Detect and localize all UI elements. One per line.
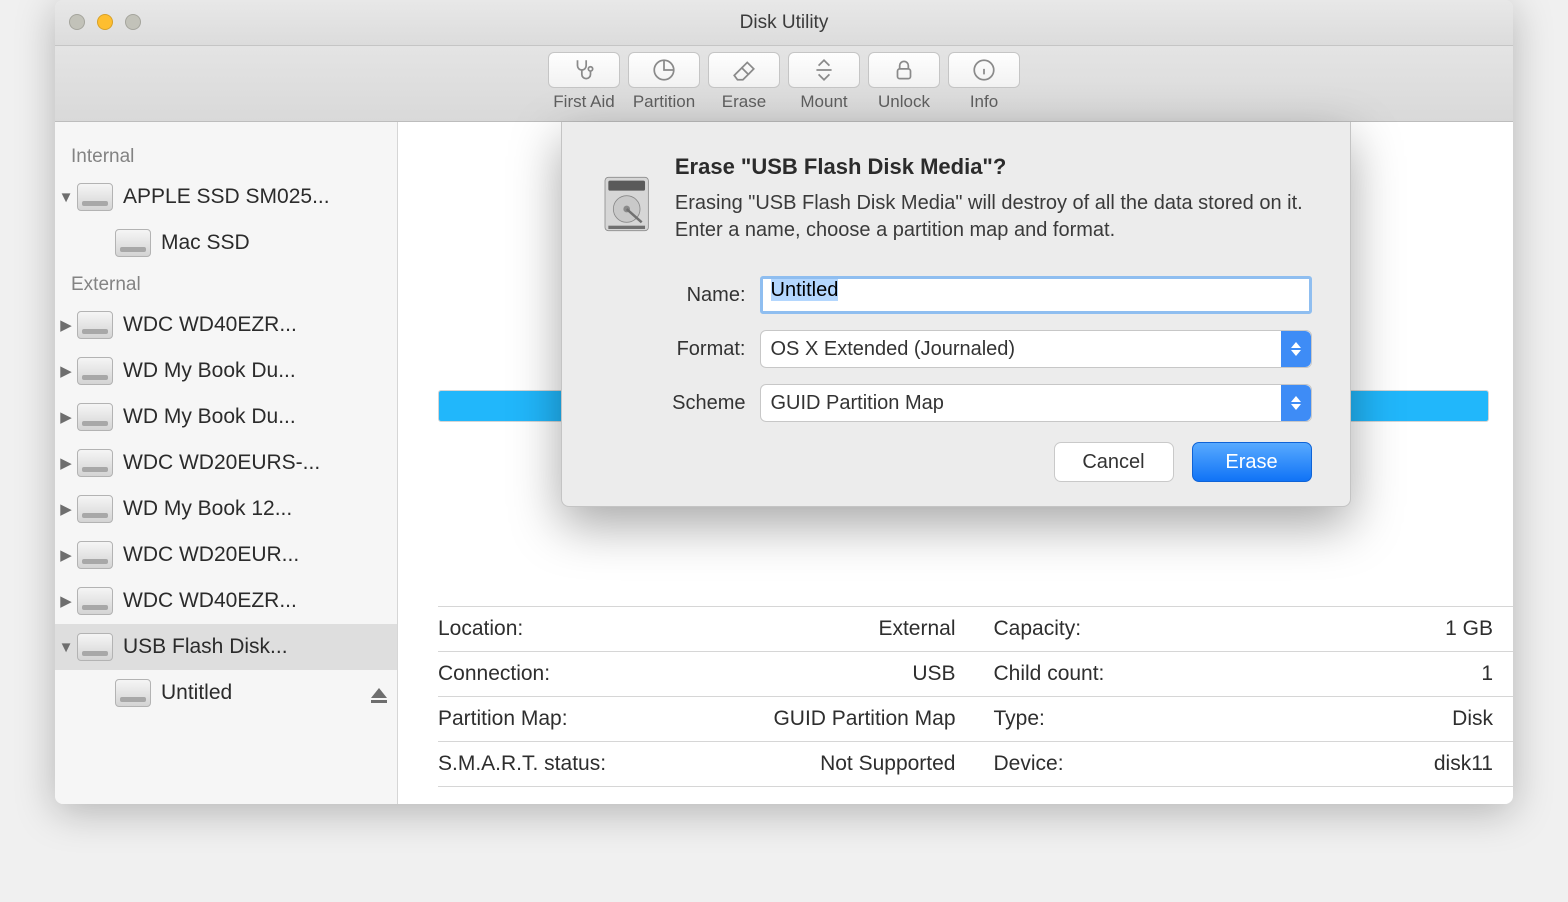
disclosure-triangle-icon[interactable]: ▶ bbox=[55, 546, 77, 564]
format-select[interactable]: OS X Extended (Journaled) bbox=[760, 330, 1312, 368]
info-left-column: Location:External Connection:USB Partiti… bbox=[438, 606, 976, 787]
info-row: Capacity:1 GB bbox=[976, 607, 1514, 652]
close-window-button[interactable] bbox=[69, 14, 85, 30]
minimize-window-button[interactable] bbox=[97, 14, 113, 30]
info-row: Child count:1 bbox=[976, 652, 1514, 697]
info-row: Partition Map:GUID Partition Map bbox=[438, 697, 976, 742]
cancel-button[interactable]: Cancel bbox=[1054, 442, 1174, 482]
sidebar-item-usb-flash-disk[interactable]: ▼ USB Flash Disk... bbox=[55, 624, 397, 670]
name-label: Name: bbox=[600, 284, 760, 307]
tree-item-label: WD My Book 12... bbox=[123, 497, 292, 521]
disk-icon bbox=[115, 679, 151, 707]
info-grid: Location:External Connection:USB Partiti… bbox=[438, 606, 1513, 787]
info-row: Type:Disk bbox=[976, 697, 1514, 742]
tree-item-label: Mac SSD bbox=[161, 231, 250, 255]
eraser-icon bbox=[708, 52, 780, 88]
tree-item-label: WDC WD20EUR... bbox=[123, 543, 299, 567]
erase-button[interactable]: Erase bbox=[708, 52, 780, 112]
eject-icon[interactable] bbox=[371, 688, 387, 698]
info-icon bbox=[948, 52, 1020, 88]
format-label: Format: bbox=[600, 338, 760, 361]
tree-item-label: USB Flash Disk... bbox=[123, 635, 288, 659]
sidebar-item-external-disk[interactable]: ▶ WDC WD20EURS-... bbox=[55, 440, 397, 486]
tree-item-label: Untitled bbox=[161, 681, 232, 705]
sheet-title: Erase "USB Flash Disk Media"? bbox=[675, 154, 1312, 180]
disk-icon bbox=[77, 495, 113, 523]
pie-icon bbox=[628, 52, 700, 88]
sheet-description: Erasing "USB Flash Disk Media" will dest… bbox=[675, 190, 1312, 244]
sidebar-section-internal: Internal bbox=[55, 138, 397, 174]
tree-item-label: WD My Book Du... bbox=[123, 405, 296, 429]
disk-icon bbox=[77, 587, 113, 615]
disclosure-triangle-icon[interactable]: ▶ bbox=[55, 316, 77, 334]
sidebar-item-external-disk[interactable]: ▶ WD My Book 12... bbox=[55, 486, 397, 532]
tree-item-label: WDC WD40EZR... bbox=[123, 589, 297, 613]
disclosure-triangle-icon[interactable]: ▶ bbox=[55, 592, 77, 610]
tree-item-label: WDC WD20EURS-... bbox=[123, 451, 320, 475]
info-row: S.M.A.R.T. status:Not Supported bbox=[438, 742, 976, 787]
sidebar-item-external-disk[interactable]: ▶ WDC WD20EUR... bbox=[55, 532, 397, 578]
disk-icon bbox=[77, 449, 113, 477]
sidebar-item-external-disk[interactable]: ▶ WD My Book Du... bbox=[55, 348, 397, 394]
sidebar-item-volume[interactable]: Untitled bbox=[55, 670, 397, 716]
info-row: Device:disk11 bbox=[976, 742, 1514, 787]
app-window: Disk Utility First Aid Partition Erase M… bbox=[55, 0, 1513, 804]
mount-button[interactable]: Mount bbox=[788, 52, 860, 112]
titlebar: Disk Utility bbox=[55, 0, 1513, 46]
mount-icon bbox=[788, 52, 860, 88]
disclosure-triangle-icon[interactable]: ▼ bbox=[55, 639, 77, 656]
disk-icon bbox=[77, 541, 113, 569]
unlock-button[interactable]: Unlock bbox=[868, 52, 940, 112]
disk-icon bbox=[77, 183, 113, 211]
hard-drive-icon bbox=[600, 154, 653, 254]
sidebar-section-external: External bbox=[55, 266, 397, 302]
disclosure-triangle-icon[interactable]: ▶ bbox=[55, 454, 77, 472]
disclosure-triangle-icon[interactable]: ▶ bbox=[55, 362, 77, 380]
sidebar[interactable]: Internal ▼ APPLE SSD SM025... Mac SSD Ex… bbox=[55, 122, 398, 804]
lock-icon bbox=[868, 52, 940, 88]
info-button[interactable]: Info bbox=[948, 52, 1020, 112]
disk-icon bbox=[77, 357, 113, 385]
chevron-updown-icon bbox=[1281, 385, 1311, 421]
erase-confirm-button[interactable]: Erase bbox=[1192, 442, 1312, 482]
chevron-updown-icon bbox=[1281, 331, 1311, 367]
sidebar-item-external-disk[interactable]: ▶ WD My Book Du... bbox=[55, 394, 397, 440]
disclosure-triangle-icon[interactable]: ▼ bbox=[55, 189, 77, 206]
main-content: Location:External Connection:USB Partiti… bbox=[398, 122, 1513, 804]
disclosure-triangle-icon[interactable]: ▶ bbox=[55, 408, 77, 426]
disk-icon bbox=[77, 403, 113, 431]
scheme-label: Scheme bbox=[600, 392, 760, 415]
first-aid-button[interactable]: First Aid bbox=[548, 52, 620, 112]
sidebar-item-external-disk[interactable]: ▶ WDC WD40EZR... bbox=[55, 578, 397, 624]
scheme-select[interactable]: GUID Partition Map bbox=[760, 384, 1312, 422]
disk-icon bbox=[77, 311, 113, 339]
name-input[interactable]: Untitled bbox=[760, 276, 1312, 314]
partition-button[interactable]: Partition bbox=[628, 52, 700, 112]
disk-icon bbox=[115, 229, 151, 257]
window-title: Disk Utility bbox=[55, 12, 1513, 34]
toolbar: First Aid Partition Erase Mount Unlock bbox=[55, 46, 1513, 122]
sidebar-item-external-disk[interactable]: ▶ WDC WD40EZR... bbox=[55, 302, 397, 348]
info-right-column: Capacity:1 GB Child count:1 Type:Disk De… bbox=[976, 606, 1514, 787]
window-body: Internal ▼ APPLE SSD SM025... Mac SSD Ex… bbox=[55, 122, 1513, 804]
zoom-window-button[interactable] bbox=[125, 14, 141, 30]
traffic-lights bbox=[69, 14, 141, 30]
stethoscope-icon bbox=[548, 52, 620, 88]
sidebar-item-volume[interactable]: Mac SSD bbox=[55, 220, 397, 266]
erase-sheet: Erase "USB Flash Disk Media"? Erasing "U… bbox=[561, 122, 1351, 507]
disclosure-triangle-icon[interactable]: ▶ bbox=[55, 500, 77, 518]
tree-item-label: WD My Book Du... bbox=[123, 359, 296, 383]
tree-item-label: APPLE SSD SM025... bbox=[123, 185, 330, 209]
info-row: Connection:USB bbox=[438, 652, 976, 697]
sidebar-item-internal-disk[interactable]: ▼ APPLE SSD SM025... bbox=[55, 174, 397, 220]
info-row: Location:External bbox=[438, 607, 976, 652]
tree-item-label: WDC WD40EZR... bbox=[123, 313, 297, 337]
disk-icon bbox=[77, 633, 113, 661]
